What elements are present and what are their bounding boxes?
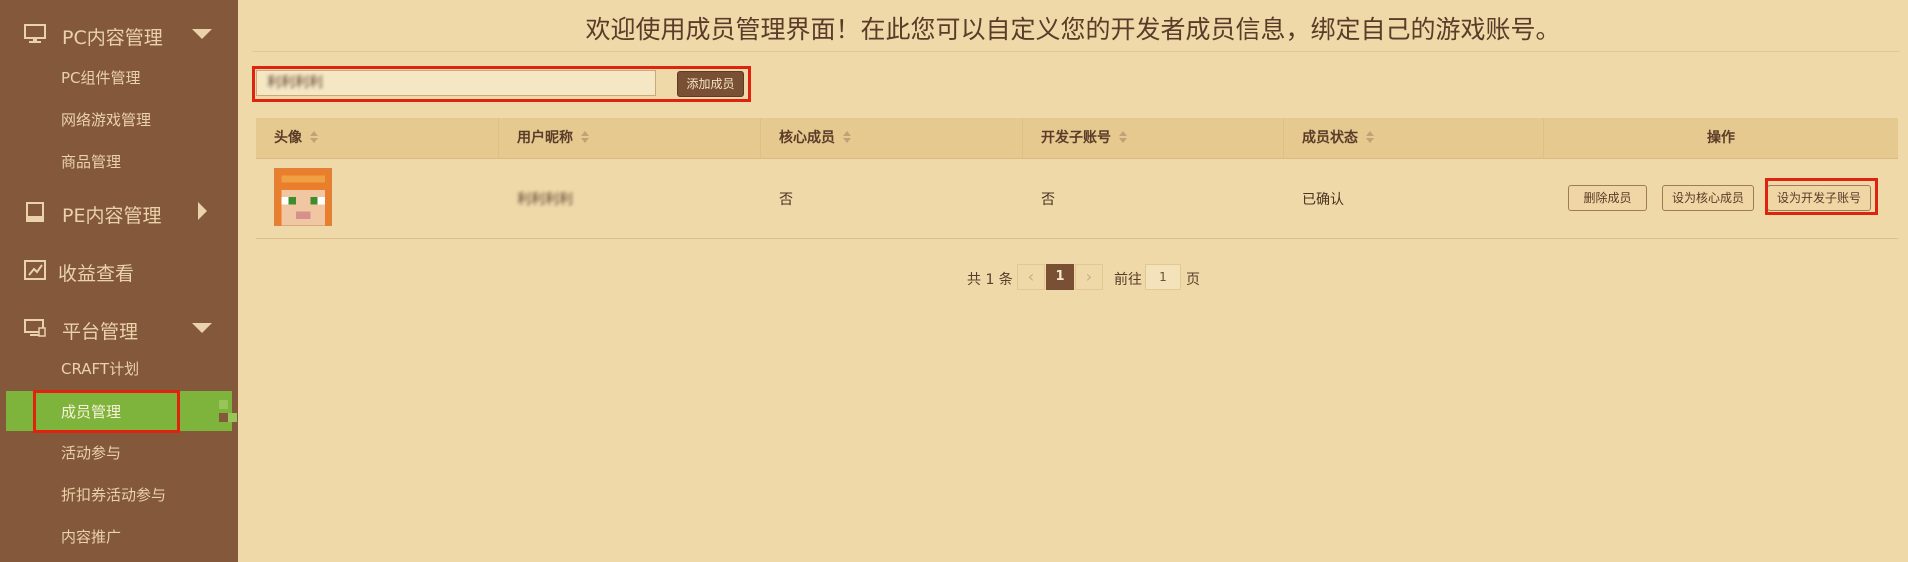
sidebar: PC内容管理 PC组件管理 网络游戏管理 商品管理 PE内容管理 收益查看 平台… <box>0 0 238 562</box>
nav-group-pe[interactable]: PE内容管理 <box>0 192 238 232</box>
avatar <box>274 168 332 226</box>
column-header-avatar[interactable]: 头像 <box>256 118 499 158</box>
nav-item-pc-components[interactable]: PC组件管理 <box>0 59 238 95</box>
column-label: 开发子账号 <box>1041 130 1111 146</box>
chevron-down-icon <box>192 29 212 39</box>
column-header-core-member[interactable]: 核心成员 <box>761 118 1023 158</box>
next-page-button[interactable]: › <box>1075 264 1103 290</box>
nav-item-craft[interactable]: CRAFT计划 <box>0 350 238 386</box>
column-header-nickname[interactable]: 用户昵称 <box>499 118 761 158</box>
sort-icon[interactable] <box>310 131 318 143</box>
pixel-decoration <box>219 413 228 422</box>
chevron-right-icon <box>198 202 207 220</box>
member-status: 已确认 <box>1302 192 1344 208</box>
tablet-icon <box>26 202 44 222</box>
platform-icon <box>24 319 46 337</box>
nav-item-label: 内容推广 <box>61 528 122 546</box>
chevron-down-icon <box>192 323 212 333</box>
sort-icon[interactable] <box>1366 131 1374 143</box>
nav-group-pc-label: PC内容管理 <box>62 27 163 49</box>
goto-label: 前往 <box>1114 272 1142 288</box>
pixel-decoration <box>219 400 228 409</box>
table-header: 头像 用户昵称 核心成员 开发子账号 成员状态 操作 <box>256 118 1898 159</box>
highlight-box <box>33 390 180 433</box>
divider <box>252 51 1900 52</box>
prev-page-button[interactable]: ‹ <box>1017 264 1045 290</box>
nav-item-label: 折扣券活动参与 <box>61 486 167 504</box>
column-header-status[interactable]: 成员状态 <box>1284 118 1544 158</box>
nav-group-earnings-label: 收益查看 <box>58 263 135 285</box>
column-label: 核心成员 <box>779 130 835 146</box>
set-core-member-button[interactable]: 设为核心成员 <box>1662 185 1754 211</box>
nav-group-platform-label: 平台管理 <box>62 321 139 343</box>
column-label: 操作 <box>1707 130 1735 146</box>
sort-icon[interactable] <box>1119 131 1127 143</box>
nav-item-label: 网络游戏管理 <box>61 111 152 129</box>
sort-icon[interactable] <box>581 131 589 143</box>
page-title: 欢迎使用成员管理界面！在此您可以自定义您的开发者成员信息，绑定自己的游戏账号。 <box>585 15 1561 44</box>
column-label: 成员状态 <box>1302 130 1358 146</box>
page-suffix: 页 <box>1186 272 1200 288</box>
nav-item-label: PC组件管理 <box>61 69 141 87</box>
column-label: 用户昵称 <box>517 130 573 146</box>
column-header-dev-sub-account[interactable]: 开发子账号 <box>1023 118 1284 158</box>
highlight-box <box>252 66 751 102</box>
table-row: 利利利利 否 否 已确认 删除成员 设为核心成员 设为开发子账号 <box>256 159 1898 239</box>
nav-item-online-games[interactable]: 网络游戏管理 <box>0 101 238 137</box>
nav-item-products[interactable]: 商品管理 <box>0 143 238 179</box>
page-number[interactable]: 1 <box>1046 264 1074 290</box>
nav-item-label: 活动参与 <box>61 444 122 462</box>
nav-group-platform[interactable]: 平台管理 <box>0 308 238 348</box>
column-label: 头像 <box>274 130 302 146</box>
sort-icon[interactable] <box>843 131 851 143</box>
member-sub-account-status: 否 <box>1041 192 1055 208</box>
monitor-icon <box>24 24 46 43</box>
member-core-status: 否 <box>779 192 793 208</box>
nav-item-activities[interactable]: 活动参与 <box>0 434 238 470</box>
pagination-total: 共 1 条 <box>967 272 1013 288</box>
delete-member-button[interactable]: 删除成员 <box>1568 185 1647 211</box>
member-nickname: 利利利利 <box>517 189 573 209</box>
nav-item-label: 商品管理 <box>61 153 122 171</box>
highlight-box <box>1765 178 1878 215</box>
nav-item-label: CRAFT计划 <box>61 360 140 378</box>
nav-group-earnings[interactable]: 收益查看 <box>0 250 238 290</box>
nav-item-promotion[interactable]: 内容推广 <box>0 518 238 554</box>
nav-group-pe-label: PE内容管理 <box>62 205 162 227</box>
column-header-actions: 操作 <box>1544 118 1898 158</box>
member-nickname-text: 利利利利 <box>517 192 573 208</box>
nav-item-coupon-activities[interactable]: 折扣券活动参与 <box>0 476 238 512</box>
chart-icon <box>24 260 46 280</box>
pixel-decoration <box>228 413 237 422</box>
nav-group-pc[interactable]: PC内容管理 <box>0 14 238 54</box>
goto-page-input[interactable]: 1 <box>1145 264 1181 290</box>
